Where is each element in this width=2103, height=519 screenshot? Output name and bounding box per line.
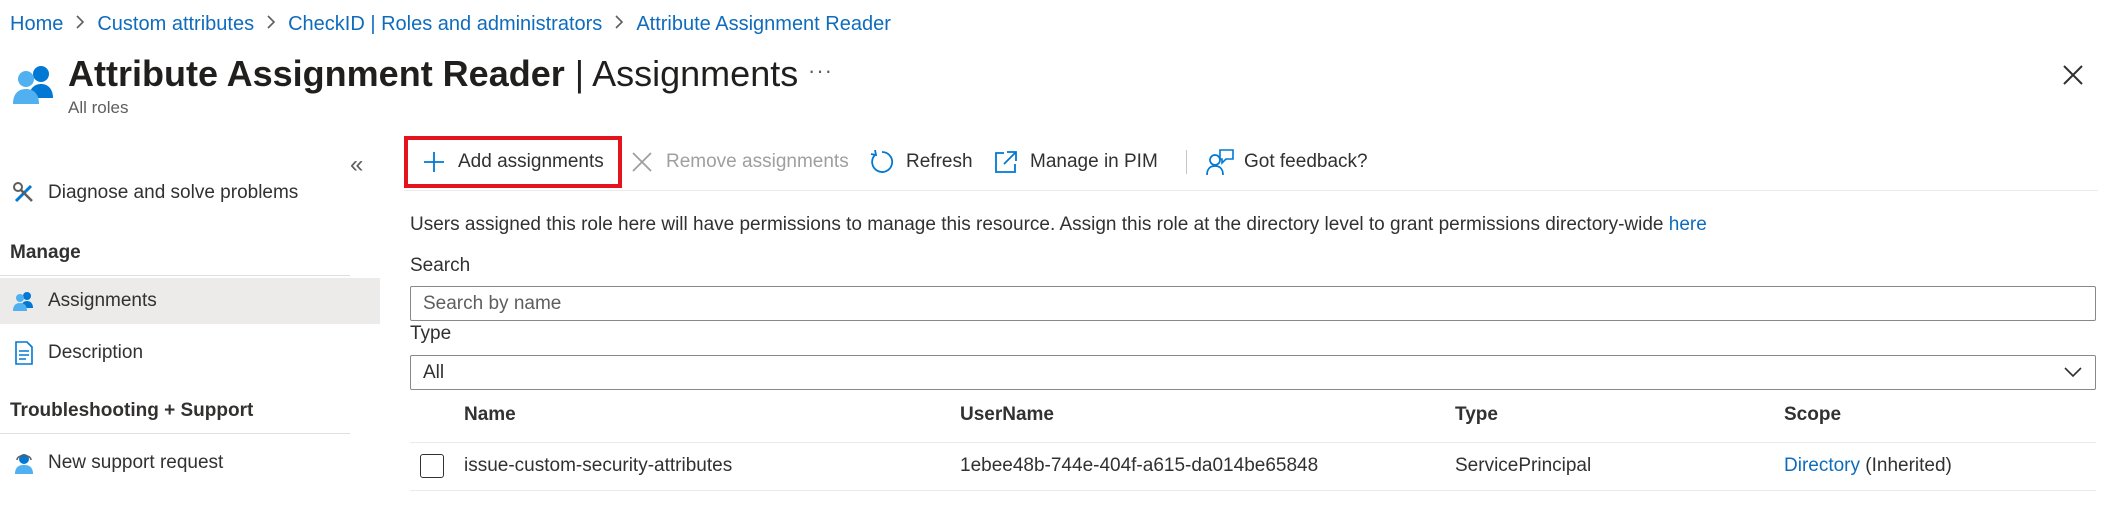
type-label: Type [410,323,452,344]
page-subtitle: All roles [68,98,129,117]
table-header-divider [410,442,2096,443]
toolbar-divider-line [404,190,2098,191]
page-title: Attribute Assignment Reader | Assignment… [68,50,798,98]
column-header-scope[interactable]: Scope [1784,404,1841,426]
breadcrumb-checkid-roles[interactable]: CheckID | Roles and administrators [288,13,602,36]
sidebar-item-new-support-request[interactable]: New support request [0,440,380,486]
search-input[interactable] [410,286,2096,321]
search-label: Search [410,255,471,276]
people-icon [10,287,38,315]
sidebar-item-label: Diagnose and solve problems [48,182,299,203]
toolbar-divider [1186,150,1187,174]
breadcrumb-custom-attributes[interactable]: Custom attributes [97,13,254,36]
page-title-role: Attribute Assignment Reader [68,53,565,94]
chevron-right-icon [266,13,276,36]
remove-assignments-button[interactable]: Remove assignments [628,140,849,184]
sidebar-divider [0,275,350,276]
plus-icon [420,148,448,176]
sidebar-section-troubleshooting: Troubleshooting + Support [10,400,254,421]
close-icon[interactable] [2058,60,2088,90]
refresh-label: Refresh [906,151,973,172]
breadcrumb-current[interactable]: Attribute Assignment Reader [636,13,891,36]
column-header-type[interactable]: Type [1455,404,1498,426]
breadcrumb: Home Custom attributes CheckID | Roles a… [10,10,891,38]
breadcrumb-home[interactable]: Home [10,13,63,36]
scope-suffix: (Inherited) [1860,455,1952,476]
sidebar-item-diagnose[interactable]: Diagnose and solve problems [0,170,380,216]
cell-scope: Directory (Inherited) [1784,455,1952,477]
sidebar-item-label: New support request [48,452,224,473]
sidebar-item-label: Assignments [48,290,157,311]
remove-assignments-label: Remove assignments [666,151,849,172]
type-dropdown-value: All [423,361,445,383]
page-title-section: Assignments [592,53,799,94]
sidebar-item-assignments[interactable]: Assignments [0,278,380,324]
refresh-icon [868,148,896,176]
add-assignments-button[interactable]: Add assignments [404,136,622,188]
feedback-label: Got feedback? [1244,151,1368,172]
chevron-right-icon [614,13,624,36]
column-header-username[interactable]: UserName [960,404,1054,426]
cell-type: ServicePrincipal [1455,455,1592,476]
document-icon [10,339,38,367]
chevron-right-icon [75,13,85,36]
wrench-screwdriver-icon [10,179,38,207]
sidebar-divider [0,433,350,434]
refresh-button[interactable]: Refresh [868,140,973,184]
manage-in-pim-button[interactable]: Manage in PIM [992,140,1158,184]
close-icon [628,148,656,176]
more-options-button[interactable]: ··· [808,58,833,84]
chevron-down-icon [2063,362,2083,384]
sidebar-item-label: Description [48,342,144,363]
external-link-icon [992,148,1020,176]
add-assignments-label: Add assignments [458,151,604,172]
table-row-divider [410,490,2096,491]
page-title-separator: | [564,53,593,94]
info-message: Users assigned this role here will have … [410,214,1669,235]
cell-username: 1ebee48b-744e-404f-a615-da014be65848 [960,455,1319,476]
sidebar-section-manage: Manage [10,242,81,263]
people-icon [10,62,58,106]
cell-name: issue-custom-security-attributes [464,455,733,476]
row-checkbox[interactable] [420,454,444,478]
feedback-button[interactable]: Got feedback? [1206,140,1368,184]
manage-in-pim-label: Manage in PIM [1030,151,1158,172]
info-text: Users assigned this role here will have … [410,214,1707,236]
feedback-person-icon [1206,148,1234,176]
type-dropdown[interactable]: All [410,355,2096,390]
directory-level-link[interactable]: here [1669,214,1707,235]
sidebar-item-description[interactable]: Description [0,330,380,376]
scope-directory-link[interactable]: Directory [1784,455,1860,476]
column-header-name[interactable]: Name [464,404,516,426]
support-person-icon [10,449,38,477]
